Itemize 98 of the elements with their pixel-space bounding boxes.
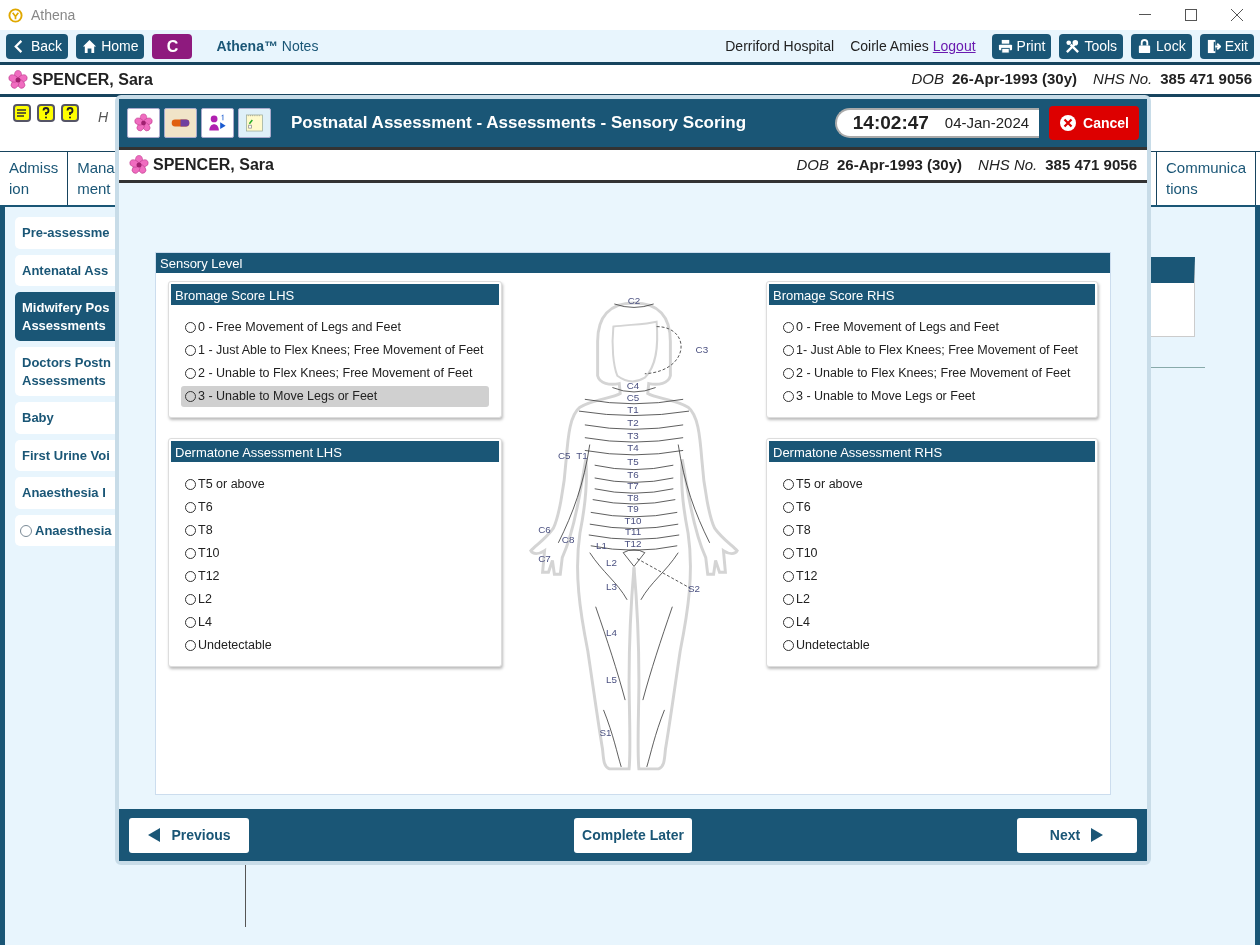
flower-icon	[129, 155, 149, 175]
dermatome-label: C2	[627, 295, 641, 306]
radio-option[interactable]: T10	[779, 543, 1085, 564]
help-text: H	[98, 108, 109, 127]
right-triangle-icon	[1090, 827, 1105, 843]
close-circle-icon	[1059, 114, 1078, 132]
clock-date: 04-Jan-2024	[944, 112, 1030, 133]
dermatome-label: T1	[576, 450, 588, 462]
dermatome-label: L3	[605, 581, 617, 592]
radio-option[interactable]: 3 - Unable to Move Legs or Feet	[181, 386, 489, 407]
flower-icon	[134, 113, 153, 133]
radio-option[interactable]: T8	[779, 520, 1085, 541]
dermatome-label: C6	[538, 524, 551, 535]
dermatome-label: L2	[605, 557, 617, 569]
dermatome-label: T8	[627, 491, 639, 503]
nhs-number-label: NHS No.	[978, 154, 1038, 175]
patient-name: SPENCER, Sara	[32, 69, 153, 90]
dermatome-label: T5	[627, 456, 639, 468]
dermatome-label: T3	[627, 429, 639, 441]
radio-option[interactable]: 0 - Free Movement of Legs and Feet	[779, 317, 1085, 338]
group-header: Dermatone Assessment RHS	[769, 441, 1095, 462]
previous-button[interactable]: Previous	[129, 817, 249, 853]
complete-later-button[interactable]: Complete Later	[574, 817, 692, 853]
medication-button[interactable]	[164, 108, 197, 138]
radio-option[interactable]: Undetectable	[181, 635, 489, 656]
tools-button[interactable]: Tools	[1059, 33, 1124, 59]
app-logo-icon	[8, 7, 23, 23]
dialog-title: Postnatal Assessment - Assessments - Sensory Scoring	[291, 112, 747, 135]
dermatome-label: T10	[624, 515, 642, 527]
dermatome-label: C5	[626, 392, 640, 404]
dermatome-label: T6	[627, 468, 639, 480]
dermatome-label: L4	[605, 627, 617, 639]
radio-option[interactable]: L4	[779, 612, 1085, 633]
group-header: Bromage Score LHS	[171, 284, 499, 305]
app-name: Athena™ Notes	[216, 36, 319, 56]
dermatome-label: C7	[538, 553, 551, 565]
radio-option[interactable]: T12	[779, 566, 1085, 587]
dermatome-label: T12	[624, 537, 642, 549]
dermatome-label: T9	[627, 503, 639, 515]
leader-line	[644, 326, 682, 375]
user-name: Coirle Amies	[850, 36, 929, 56]
tools-icon	[1065, 38, 1081, 54]
print-button[interactable]: Print	[991, 33, 1052, 59]
dermatome-label: S1	[599, 727, 612, 739]
radio-option[interactable]: 2 - Unable to Flex Knees; Free Movement of Feet	[779, 363, 1085, 384]
home-button[interactable]: Home	[76, 33, 145, 59]
dermatome-label: L5	[605, 674, 617, 686]
c-button[interactable]: C	[152, 33, 193, 59]
dermatome-label: C5	[557, 450, 571, 462]
dob-label: DOB	[796, 154, 829, 175]
exit-button[interactable]: Exit	[1199, 33, 1254, 59]
dermatome-label: C4	[626, 379, 640, 391]
radio-option[interactable]: 3 - Unable to Move Legs or Feet	[779, 386, 1085, 407]
back-button[interactable]: Back	[6, 33, 69, 59]
dermatome-label: C8	[561, 533, 575, 545]
patient-button[interactable]	[127, 108, 160, 138]
lock-icon	[1137, 38, 1153, 54]
home-icon	[82, 38, 98, 54]
radio-option[interactable]: Undetectable	[779, 635, 1085, 656]
radio-option[interactable]: L2	[181, 589, 489, 610]
lock-button[interactable]: Lock	[1131, 33, 1192, 59]
help-icon[interactable]	[60, 103, 80, 123]
dermatome-label: T11	[624, 525, 642, 537]
dermatome-label: T1	[627, 404, 639, 416]
dob-label: DOB	[911, 69, 944, 90]
dermatome-label: T7	[627, 479, 639, 491]
date-of-birth: 26-Apr-1993 (30y)	[837, 154, 963, 175]
dermatome-label: T4	[627, 442, 639, 454]
nhs-number: 385 471 9056	[1045, 154, 1137, 175]
patient-name: SPENCER, Sara	[153, 155, 274, 175]
dermatome-label: L1	[596, 539, 608, 551]
cancel-button[interactable]: Cancel	[1049, 106, 1139, 140]
date-of-birth: 26-Apr-1993 (30y)	[952, 69, 1078, 90]
dermatome-label: S2	[687, 582, 700, 594]
window-title: Athena	[31, 5, 76, 25]
group-header: Bromage Score RHS	[769, 284, 1095, 305]
patient-queue-button[interactable]	[201, 108, 234, 138]
left-triangle-icon	[147, 827, 162, 843]
radio-option[interactable]: L2	[779, 589, 1085, 610]
radio-option[interactable]: L4	[181, 612, 489, 633]
hospital-name: Derriford Hospital	[725, 36, 835, 56]
radio-option[interactable]: T12	[181, 566, 489, 587]
section-header: Sensory Level	[156, 253, 1110, 273]
group-header: Dermatone Assessment LHS	[171, 441, 499, 462]
clock-time: 14:02:47	[852, 110, 929, 135]
dermatome-label: C3	[695, 344, 709, 356]
nhs-number: 385 471 9056	[1160, 69, 1252, 90]
radio-option[interactable]: T6	[779, 497, 1085, 518]
logout-link[interactable]: Logout	[932, 35, 976, 57]
radio-option[interactable]: 1- Just Able to Flex Knees; Free Movement of Feet	[779, 340, 1085, 361]
printer-icon	[997, 38, 1013, 54]
help-icon[interactable]	[36, 103, 56, 123]
exit-icon	[1205, 38, 1221, 54]
radio-option[interactable]: T5 or above	[779, 474, 1085, 495]
nhs-number-label: NHS No.	[1093, 69, 1153, 90]
flower-icon	[8, 69, 28, 90]
dermatome-label: T2	[627, 416, 639, 428]
next-button[interactable]: Next	[1017, 817, 1137, 853]
